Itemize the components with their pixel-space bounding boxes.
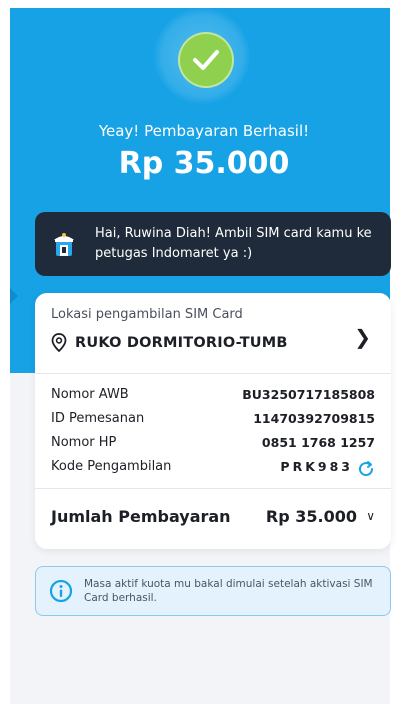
refresh-icon[interactable] — [357, 460, 375, 478]
chevron-down-icon[interactable]: ∨ — [366, 509, 375, 523]
detail-label: Nomor HP — [51, 435, 117, 450]
location-row[interactable]: Lokasi pengambilan SIM Card RUKO DORMITO… — [35, 293, 391, 373]
detail-value: 0851 1768 1257 — [261, 435, 375, 450]
order-card: Lokasi pengambilan SIM Card RUKO DORMITO… — [35, 293, 391, 549]
detail-label: Nomor AWB — [51, 387, 129, 402]
total-label: Jumlah Pembayaran — [51, 507, 231, 526]
paid-amount: Rp 35.000 — [118, 146, 290, 181]
detail-value: BU3250717185808 — [242, 387, 375, 402]
check-icon — [178, 32, 234, 88]
location-pin-icon — [51, 333, 67, 353]
chevron-right-icon[interactable]: ❯ — [354, 325, 371, 349]
detail-value: 11470392709815 — [253, 411, 375, 426]
store-icon — [54, 233, 74, 256]
info-icon — [49, 579, 73, 603]
total-value: Rp 35.000 — [265, 507, 357, 526]
info-banner: Masa aktif kuota mu bakal dimulai setela… — [35, 566, 391, 616]
detail-row-order-id: ID Pemesanan 11470392709815 — [51, 411, 375, 431]
pickup-notice: Hai, Ruwina Diah! Ambil SIM card kamu ke… — [35, 212, 391, 276]
location-name: RUKO DORMITORIO-TUMB — [75, 335, 288, 351]
info-text: Masa aktif kuota mu bakal dimulai setela… — [84, 578, 373, 604]
location-label: Lokasi pengambilan SIM Card — [51, 307, 243, 322]
total-row[interactable]: Jumlah Pembayaran Rp 35.000 ∨ — [35, 489, 391, 549]
detail-row-pickup-code: Kode Pengambilan PRK983 — [51, 459, 375, 479]
detail-label: ID Pemesanan — [51, 411, 145, 426]
detail-row-phone: Nomor HP 0851 1768 1257 — [51, 435, 375, 455]
pickup-code-label: Kode Pengambilan — [51, 459, 172, 474]
notice-text: Hai, Ruwina Diah! Ambil SIM card kamu ke… — [95, 226, 372, 261]
pickup-code-value: PRK983 — [280, 459, 353, 474]
divider — [35, 373, 391, 374]
success-message: Yeay! Pembayaran Berhasil! — [98, 122, 310, 140]
detail-row-awb: Nomor AWB BU3250717185808 — [51, 387, 375, 407]
hero-decoration — [10, 286, 18, 306]
